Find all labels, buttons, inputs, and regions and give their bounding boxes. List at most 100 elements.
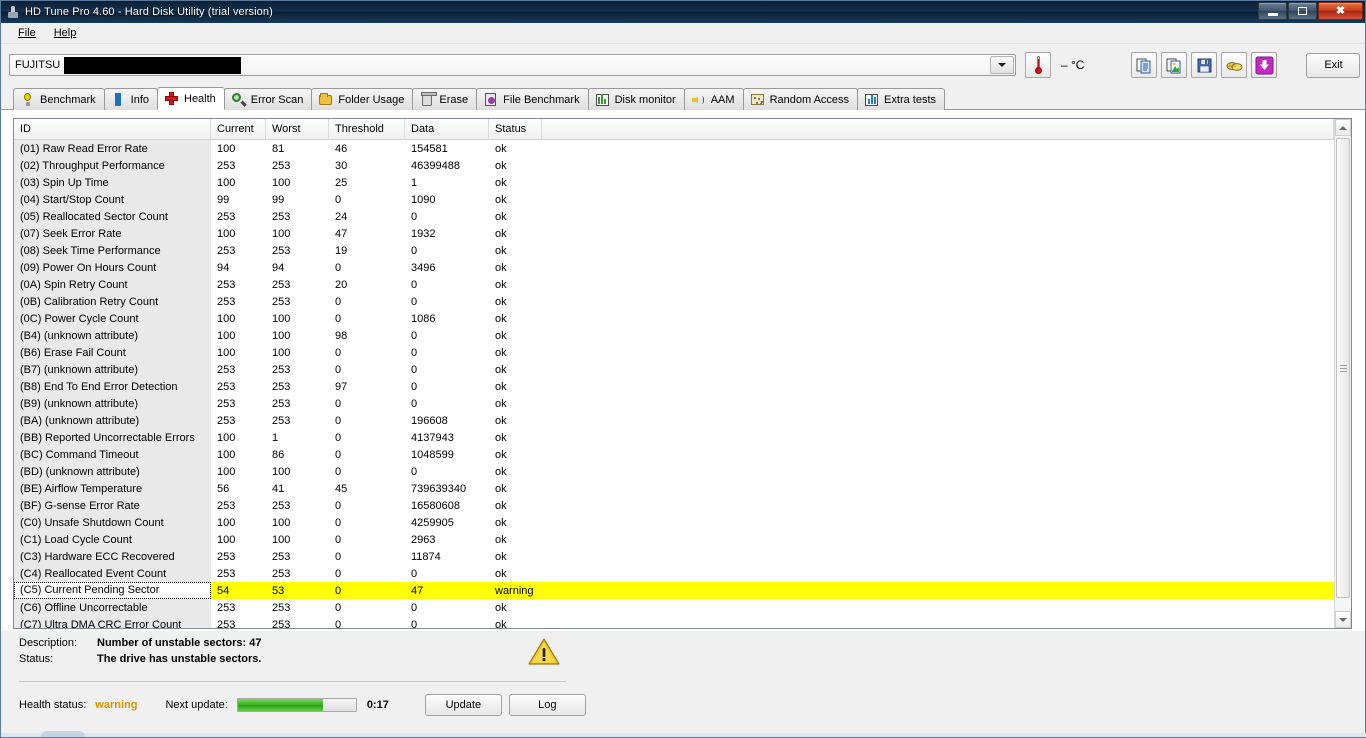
cell-threshold: 97 — [335, 380, 348, 393]
gloves-button[interactable] — [1221, 52, 1248, 78]
table-row[interactable]: (B4) (unknown attribute) 100 100 98 0 ok — [14, 327, 1334, 344]
table-row[interactable]: (B7) (unknown attribute) 253 253 0 0 ok — [14, 361, 1334, 378]
table-row[interactable]: (C4) Reallocated Event Count 253 253 0 0 ok — [14, 565, 1334, 582]
cell-threshold: 0 — [335, 533, 342, 546]
cell-threshold: 20 — [335, 278, 348, 291]
cell-current: 54 — [211, 582, 266, 599]
tab-error-scan[interactable]: Error Scan — [223, 88, 313, 110]
table-row[interactable]: (C3) Hardware ECC Recovered 253 253 0 11874 o… — [14, 548, 1334, 565]
table-row[interactable]: (04) Start/Stop Count 99 99 0 1090 ok — [14, 191, 1334, 208]
table-row[interactable]: (C0) Unsafe Shutdown Count 100 100 0 4259905… — [14, 514, 1334, 531]
column-header-worst[interactable]: Worst — [266, 119, 329, 139]
table-row[interactable]: (BB) Reported Uncorrectable Errors 100 1 0 4… — [14, 429, 1334, 446]
table-row[interactable]: (0C) Power Cycle Count 100 100 0 1086 ok — [14, 310, 1334, 327]
column-header-current[interactable]: Current — [211, 119, 266, 139]
menu-item-file[interactable]: File — [9, 25, 45, 41]
tab-benchmark[interactable]: Benchmark — [13, 88, 105, 110]
log-button-label: Log — [538, 699, 557, 711]
table-row[interactable]: (02) Throughput Performance 253 253 30 46399… — [14, 157, 1334, 174]
table-row[interactable]: (B9) (unknown attribute) 253 253 0 0 ok — [14, 395, 1334, 412]
thermometer-icon — [1025, 52, 1051, 78]
table-row[interactable]: (07) Seek Error Rate 100 100 47 1932 ok — [14, 225, 1334, 242]
table-row[interactable]: (BF) G-sense Error Rate 253 253 0 16580608 ok — [14, 497, 1334, 514]
tab-info[interactable]: Info — [103, 88, 158, 110]
chevron-up-icon — [1339, 125, 1347, 130]
table-row[interactable]: (C7) Ultra DMA CRC Error Count 253 253 0 0 ok — [14, 616, 1334, 628]
cell-status: ok — [495, 601, 507, 614]
tab-random-access[interactable]: Random Access — [742, 88, 859, 110]
table-row[interactable]: (BC) Command Timeout 100 86 0 1048599 ok — [14, 446, 1334, 463]
tab-extra-tests[interactable]: Extra tests — [857, 88, 946, 110]
cell-status: ok — [495, 346, 507, 359]
cell-current: 253 — [217, 210, 236, 223]
table-row[interactable]: (03) Spin Up Time 100 100 25 1 ok — [14, 174, 1334, 191]
column-header-data[interactable]: Data — [405, 119, 489, 139]
cell-worst: 100 — [272, 176, 291, 189]
table-row[interactable]: (0B) Calibration Retry Count 253 253 0 0 ok — [14, 293, 1334, 310]
tab-aam[interactable]: AAM — [683, 88, 744, 110]
tab-health[interactable]: Health — [157, 87, 225, 110]
column-header-threshold[interactable]: Threshold — [329, 119, 405, 139]
exit-button[interactable]: Exit — [1306, 52, 1361, 78]
drive-select-dropdown[interactable]: FUJITSU — [9, 54, 1016, 76]
close-button[interactable]: ✖ — [1318, 2, 1363, 20]
table-row[interactable]: (BE) Airflow Temperature 56 41 45 739639340 o… — [14, 480, 1334, 497]
menu-item-help[interactable]: Help — [45, 25, 86, 41]
table-row[interactable]: (B6) Erase Fail Count 100 100 0 0 ok — [14, 344, 1334, 361]
tab-file-benchmark[interactable]: File Benchmark — [476, 88, 589, 110]
vertical-scrollbar[interactable] — [1334, 119, 1351, 628]
cell-threshold: 0 — [329, 582, 405, 599]
chevron-down-icon[interactable] — [990, 56, 1014, 74]
tab-disk-monitor[interactable]: Disk monitor — [587, 88, 685, 110]
tab-erase[interactable]: Erase — [412, 88, 478, 110]
status-label: Status: — [19, 653, 54, 665]
table-row[interactable]: (BA) (unknown attribute) 253 253 0 196608 ok — [14, 412, 1334, 429]
cell-worst: 100 — [272, 227, 291, 240]
minimize-button[interactable] — [1258, 2, 1287, 20]
cell-threshold: 30 — [335, 159, 348, 172]
update-button[interactable]: Update — [424, 694, 502, 716]
cell-threshold: 0 — [335, 567, 342, 580]
cell-status: ok — [495, 618, 507, 629]
warning-triangle-icon — [528, 638, 560, 665]
table-row[interactable]: (0A) Spin Retry Count 253 253 20 0 ok — [14, 276, 1334, 293]
tab-folder-usage[interactable]: Folder Usage — [311, 88, 414, 110]
table-row[interactable]: (09) Power On Hours Count 94 94 0 3496 ok — [14, 259, 1334, 276]
table-row[interactable]: (01) Raw Read Error Rate 100 81 46 154581 ok — [14, 140, 1334, 157]
cell-id: (BA) (unknown attribute) — [14, 412, 211, 429]
copy-image-button[interactable] — [1161, 52, 1188, 78]
taskbar-button[interactable] — [41, 731, 85, 737]
table-row[interactable]: (B8) End To End Error Detection 253 253 97 0… — [14, 378, 1334, 395]
cell-id: (B9) (unknown attribute) — [14, 395, 211, 412]
table-row[interactable]: (C5) Current Pending Sector 54 53 0 47 warnin… — [14, 581, 1334, 599]
cell-data: 0 — [411, 601, 418, 614]
table-row[interactable]: (C6) Offline Uncorrectable 253 253 0 0 ok — [14, 599, 1334, 616]
tab-aam-label: AAM — [710, 93, 735, 106]
cell-id: (09) Power On Hours Count — [14, 259, 211, 276]
save-button[interactable] — [1191, 52, 1218, 78]
tab-extra-tests-label: Extra tests — [884, 93, 937, 106]
table-row[interactable]: (BD) (unknown attribute) 100 100 0 0 ok — [14, 463, 1334, 480]
copy-button[interactable] — [1131, 52, 1158, 78]
scrollbar-grip-icon — [1339, 364, 1347, 372]
scroll-up-button[interactable] — [1335, 119, 1351, 136]
log-button[interactable]: Log — [508, 694, 586, 716]
cell-status: ok — [495, 142, 507, 155]
column-header-status[interactable]: Status — [489, 119, 542, 139]
table-row[interactable]: (05) Reallocated Sector Count 253 253 24 0 ok — [14, 208, 1334, 225]
download-button[interactable] — [1251, 52, 1278, 78]
cell-threshold: 0 — [335, 499, 342, 512]
hdd-icon — [6, 5, 20, 19]
cell-data: 46399488 — [411, 159, 460, 172]
trash-icon — [419, 91, 437, 107]
column-header-id[interactable]: ID — [14, 119, 211, 139]
cell-threshold: 0 — [335, 363, 342, 376]
table-row[interactable]: (08) Seek Time Performance 253 253 19 0 ok — [14, 242, 1334, 259]
scrollbar-track[interactable] — [1335, 136, 1351, 611]
cell-id: (05) Reallocated Sector Count — [14, 208, 211, 225]
scrollbar-thumb[interactable] — [1336, 138, 1350, 598]
scroll-down-button[interactable] — [1335, 611, 1351, 628]
cell-current: 253 — [217, 601, 236, 614]
maximize-button[interactable] — [1288, 2, 1317, 20]
table-row[interactable]: (C1) Load Cycle Count 100 100 0 2963 ok — [14, 531, 1334, 548]
